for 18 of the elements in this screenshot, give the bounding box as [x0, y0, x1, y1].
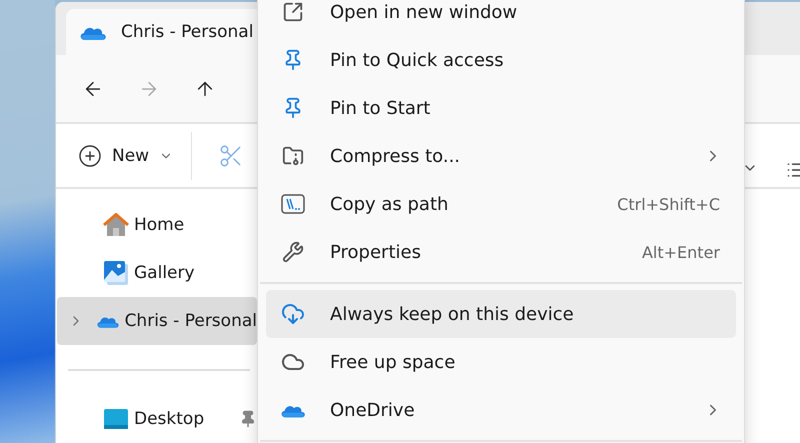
sidebar-item[interactable]: Desktop [57, 395, 257, 443]
gallery-icon [103, 260, 129, 286]
menu-item[interactable]: Always keep on this device [266, 290, 736, 338]
shortcut-text: Ctrl+Shift+C [617, 194, 720, 214]
home-icon [103, 213, 129, 237]
sidebar-item[interactable]: Home [57, 201, 257, 249]
wrench-icon [282, 241, 304, 263]
desktop-icon [103, 408, 129, 430]
copy-path-icon [281, 194, 305, 214]
plus-icon [78, 144, 102, 168]
shortcut-text: Alt+Enter [642, 242, 720, 262]
tab-title: Chris - Personal [121, 22, 254, 42]
open-external-icon [282, 1, 304, 23]
sidebar-item[interactable]: Gallery [57, 249, 257, 297]
zip-folder-icon [282, 145, 304, 167]
sidebar-item[interactable]: Chris - Personal [57, 297, 257, 345]
new-button[interactable]: New [78, 144, 174, 168]
cloud-download-icon [281, 302, 305, 326]
